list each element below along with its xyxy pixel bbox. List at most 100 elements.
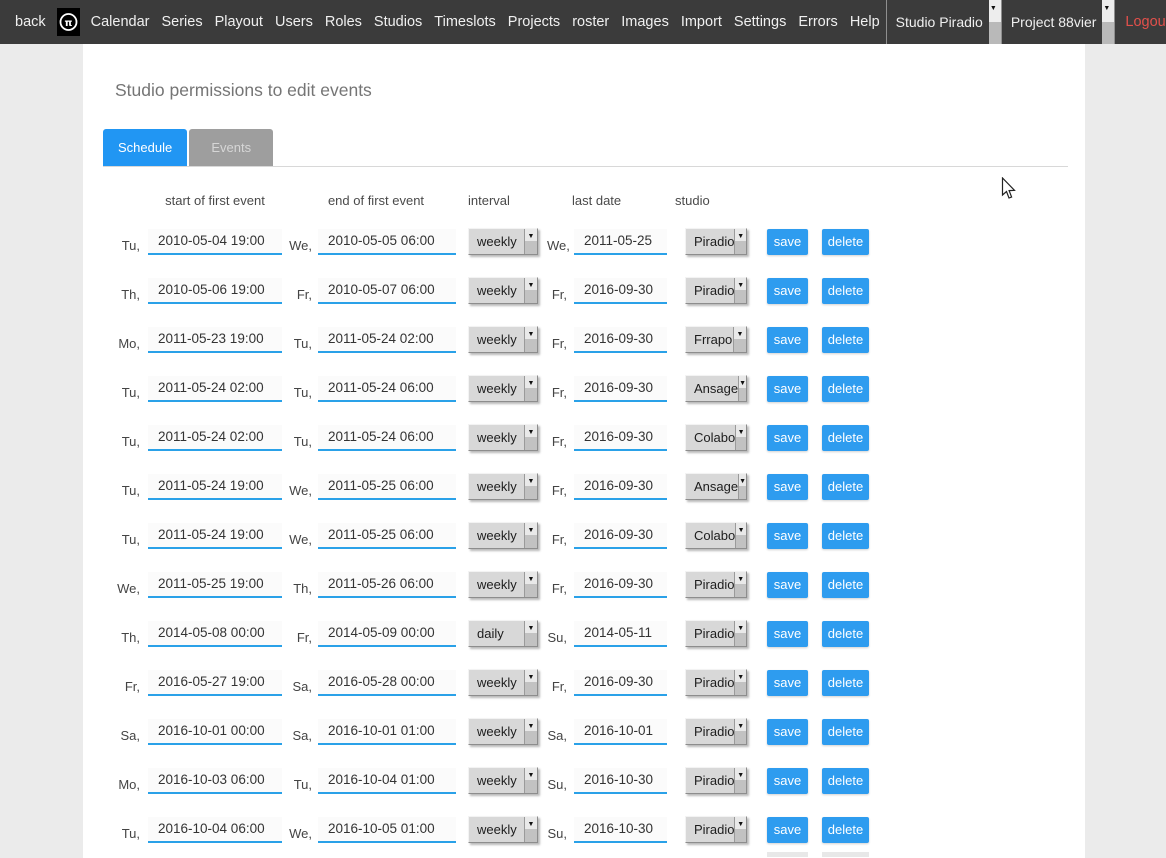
interval-select[interactable]: weekly ▼ (468, 571, 538, 598)
studio-select[interactable]: Piradio ▼ (685, 277, 747, 304)
interval-select[interactable]: weekly ▼ (468, 669, 538, 696)
save-button[interactable]: save (767, 376, 808, 402)
nav-item-projects[interactable]: Projects (508, 14, 560, 30)
end-input[interactable] (318, 327, 456, 353)
delete-button[interactable]: delete (822, 327, 869, 353)
nav-item-users[interactable]: Users (275, 14, 313, 30)
tab-schedule[interactable]: Schedule (103, 129, 187, 166)
end-input[interactable] (318, 670, 456, 696)
nav-item-help[interactable]: Help (850, 14, 880, 30)
end-input[interactable] (318, 572, 456, 598)
delete-button[interactable]: delete (822, 523, 869, 549)
start-input[interactable] (148, 572, 282, 598)
end-input[interactable] (318, 229, 456, 255)
end-input[interactable] (318, 425, 456, 451)
nav-item-errors[interactable]: Errors (798, 14, 837, 30)
save-button[interactable]: save (767, 474, 808, 500)
last-date-input[interactable] (574, 327, 667, 353)
last-date-input[interactable] (574, 670, 667, 696)
save-button[interactable]: save (767, 817, 808, 843)
last-date-input[interactable] (574, 474, 667, 500)
delete-button[interactable]: delete (822, 768, 869, 794)
interval-select[interactable]: weekly ▼ (468, 326, 538, 353)
nav-item-calendar[interactable]: Calendar (91, 14, 150, 30)
end-input[interactable] (318, 523, 456, 549)
end-input[interactable] (318, 719, 456, 745)
last-date-input[interactable] (574, 817, 667, 843)
save-button[interactable]: save (767, 278, 808, 304)
save-button[interactable]: save (767, 229, 808, 255)
end-input[interactable] (318, 768, 456, 794)
nav-item-settings[interactable]: Settings (734, 14, 786, 30)
start-input[interactable] (148, 425, 282, 451)
delete-button[interactable]: delete (822, 670, 869, 696)
studio-select[interactable]: Piradio ▼ (685, 228, 747, 255)
save-button[interactable]: save (767, 621, 808, 647)
nav-item-series[interactable]: Series (161, 14, 202, 30)
start-input[interactable] (148, 719, 282, 745)
last-date-input[interactable] (574, 523, 667, 549)
end-input[interactable] (318, 621, 456, 647)
start-input[interactable] (148, 768, 282, 794)
save-button[interactable]: save (767, 425, 808, 451)
delete-button[interactable]: delete (822, 474, 869, 500)
studio-select[interactable]: Piradio ▼ (685, 620, 747, 647)
last-date-input[interactable] (574, 229, 667, 255)
tab-events[interactable]: Events (189, 129, 273, 166)
studio-select[interactable]: Piradio ▼ (685, 767, 747, 794)
delete-button[interactable]: delete (822, 229, 869, 255)
last-date-input[interactable] (574, 621, 667, 647)
interval-select[interactable]: weekly ▼ (468, 228, 538, 255)
project-switch-select[interactable]: Project 88vier ▼ (1002, 0, 1116, 44)
studio-select[interactable]: Piradio ▼ (685, 718, 747, 745)
save-button[interactable]: save (767, 670, 808, 696)
end-input[interactable] (318, 376, 456, 402)
studio-switch-select[interactable]: Studio Piradio ▼ (886, 0, 1002, 44)
last-date-input[interactable] (574, 719, 667, 745)
interval-select[interactable]: weekly ▼ (468, 522, 538, 549)
start-input[interactable] (148, 229, 282, 255)
studio-select[interactable]: Piradio ▼ (685, 669, 747, 696)
start-input[interactable] (148, 278, 282, 304)
save-button[interactable]: save (767, 327, 808, 353)
save-button[interactable]: save (767, 719, 808, 745)
delete-button[interactable]: delete (822, 572, 869, 598)
studio-select[interactable]: Piradio ▼ (685, 571, 747, 598)
save-button[interactable]: save (767, 523, 808, 549)
interval-select[interactable]: weekly ▼ (468, 424, 538, 451)
delete-button[interactable]: delete (822, 817, 869, 843)
nav-item-import[interactable]: Import (681, 14, 722, 30)
logout-link[interactable]: Logout (1125, 14, 1166, 30)
interval-select[interactable]: weekly ▼ (468, 375, 538, 402)
studio-select[interactable]: Ansage ▼ (685, 473, 747, 500)
end-input[interactable] (318, 278, 456, 304)
back-link[interactable]: back (15, 14, 46, 30)
nav-item-studios[interactable]: Studios (374, 14, 422, 30)
save-button[interactable]: save (767, 768, 808, 794)
last-date-input[interactable] (574, 425, 667, 451)
interval-select[interactable]: weekly ▼ (468, 473, 538, 500)
nav-item-roster[interactable]: roster (572, 14, 609, 30)
nav-item-images[interactable]: Images (621, 14, 669, 30)
delete-button[interactable]: delete (822, 278, 869, 304)
delete-button[interactable]: delete (822, 425, 869, 451)
start-input[interactable] (148, 327, 282, 353)
start-input[interactable] (148, 670, 282, 696)
start-input[interactable] (148, 817, 282, 843)
end-input[interactable] (318, 817, 456, 843)
nav-item-playout[interactable]: Playout (215, 14, 263, 30)
end-input[interactable] (318, 474, 456, 500)
interval-select[interactable]: daily ▼ (468, 620, 538, 647)
delete-button[interactable]: delete (822, 621, 869, 647)
last-date-input[interactable] (574, 768, 667, 794)
interval-select[interactable]: weekly ▼ (468, 816, 538, 843)
start-input[interactable] (148, 621, 282, 647)
last-date-input[interactable] (574, 572, 667, 598)
piradio-logo-icon[interactable]: π (57, 8, 80, 36)
delete-button[interactable]: delete (822, 376, 869, 402)
interval-select[interactable]: weekly ▼ (468, 767, 538, 794)
studio-select[interactable]: Colabo ▼ (685, 522, 747, 549)
last-date-input[interactable] (574, 376, 667, 402)
interval-select[interactable]: weekly ▼ (468, 277, 538, 304)
last-date-input[interactable] (574, 278, 667, 304)
